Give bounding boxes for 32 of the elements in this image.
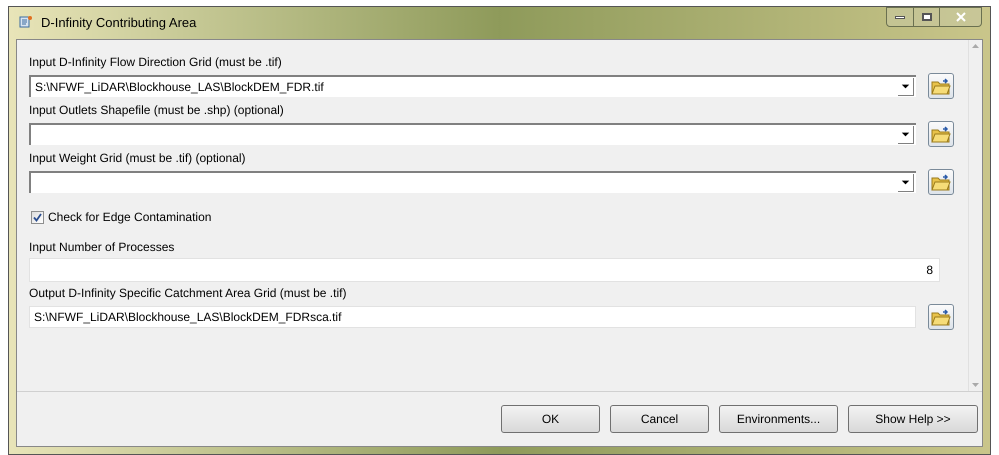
text-field[interactable]: S:\NFWF_LiDAR\Blockhouse_LAS\BlockDEM_FDRsca.tif [29, 306, 916, 328]
dropdown-field[interactable] [29, 123, 916, 145]
number-field[interactable]: 8 [29, 258, 940, 282]
browse-button[interactable] [928, 73, 954, 99]
dropdown-arrow-icon[interactable] [898, 78, 914, 96]
field-label: Input Number of Processes [29, 239, 176, 255]
close-icon [956, 12, 966, 22]
browse-button[interactable] [928, 121, 954, 147]
field-label: Input Outlets Shapefile (must be .shp) (optional) [29, 102, 285, 118]
dropdown-arrow-icon[interactable] [898, 126, 914, 144]
field-label: Input D-Infinity Flow Direction Grid (must be .tif) [29, 54, 283, 70]
scroll-down-icon[interactable] [972, 383, 979, 387]
browse-button[interactable] [928, 169, 954, 195]
dialog-button[interactable]: Show Help >> [848, 405, 978, 433]
browse-button[interactable] [928, 304, 954, 330]
dialog-button[interactable]: Environments... [719, 405, 838, 433]
dropdown-arrow-icon[interactable] [898, 174, 914, 192]
folder-icon [931, 77, 951, 95]
field-label: Output D-Infinity Specific Catchment Area Grid (must be .tif) [29, 285, 348, 301]
field-label: Input Weight Grid (must be .tif) (optional) [29, 150, 247, 166]
dialog-button[interactable]: OK [501, 405, 600, 433]
window-title: D-Infinity Contributing Area [40, 14, 198, 32]
dialog-button[interactable]: Cancel [610, 405, 709, 433]
folder-icon [931, 125, 951, 143]
checkbox-label: Check for Edge Contamination [48, 209, 212, 226]
scroll-up-icon[interactable] [972, 44, 979, 48]
dropdown-field[interactable] [29, 171, 916, 193]
folder-icon [931, 173, 951, 191]
checkbox[interactable] [31, 210, 44, 224]
folder-icon [931, 308, 951, 326]
scrollbar[interactable] [968, 40, 982, 391]
dropdown-field[interactable]: S:\NFWF_LiDAR\Blockhouse_LAS\BlockDEM_FDR.tif [29, 75, 916, 97]
